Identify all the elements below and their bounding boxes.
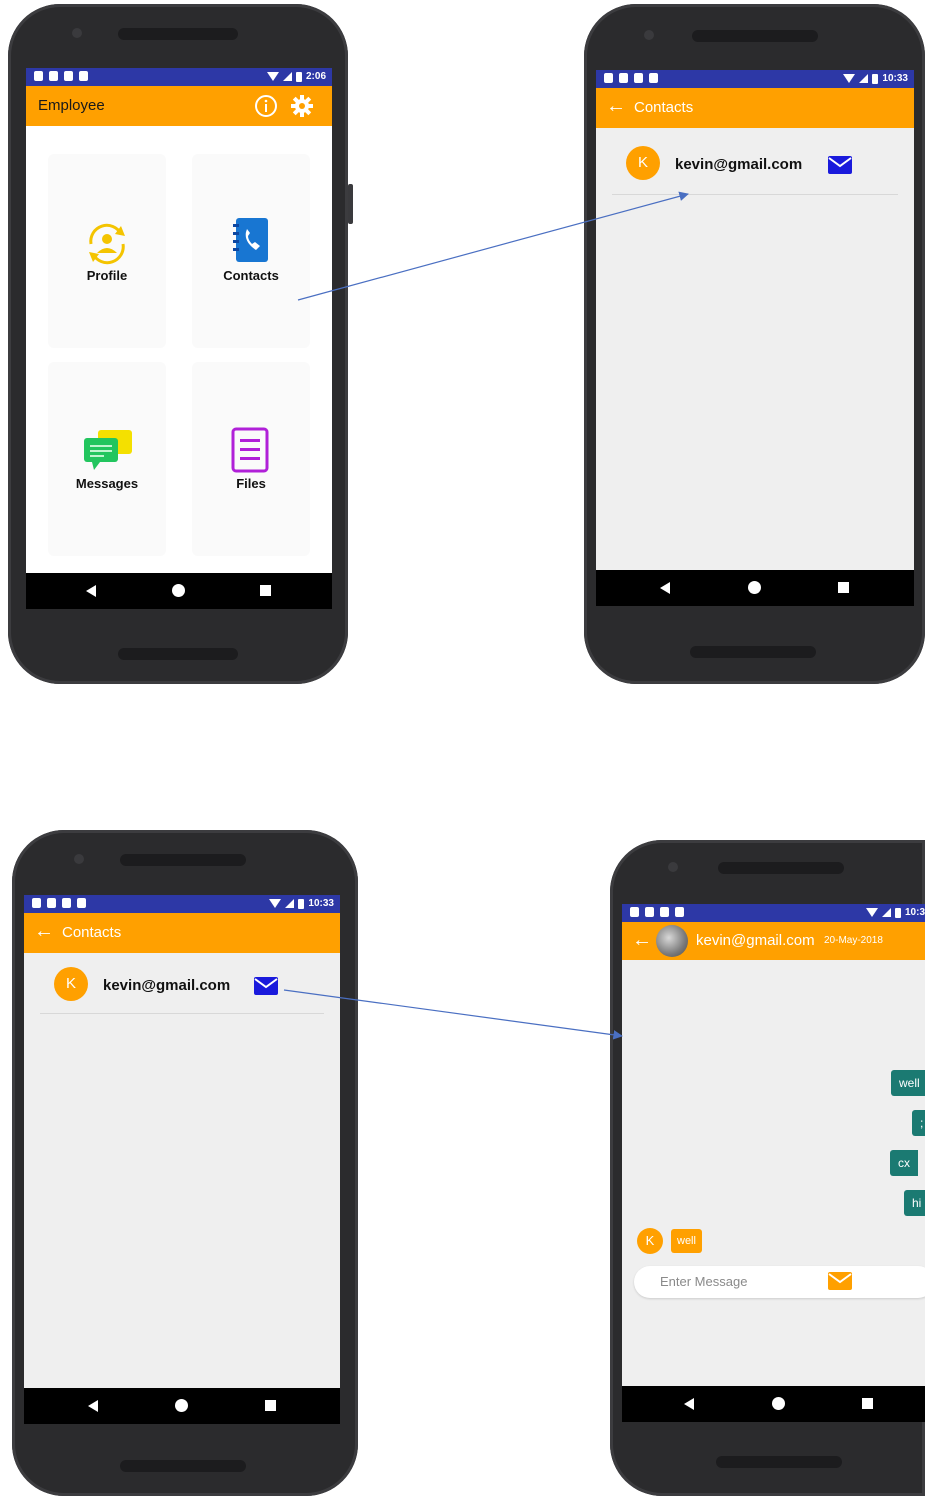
flow-arrow-message bbox=[283, 989, 623, 1040]
flow-arrow-contacts bbox=[297, 191, 689, 301]
flow-arrows bbox=[283, 191, 689, 1040]
